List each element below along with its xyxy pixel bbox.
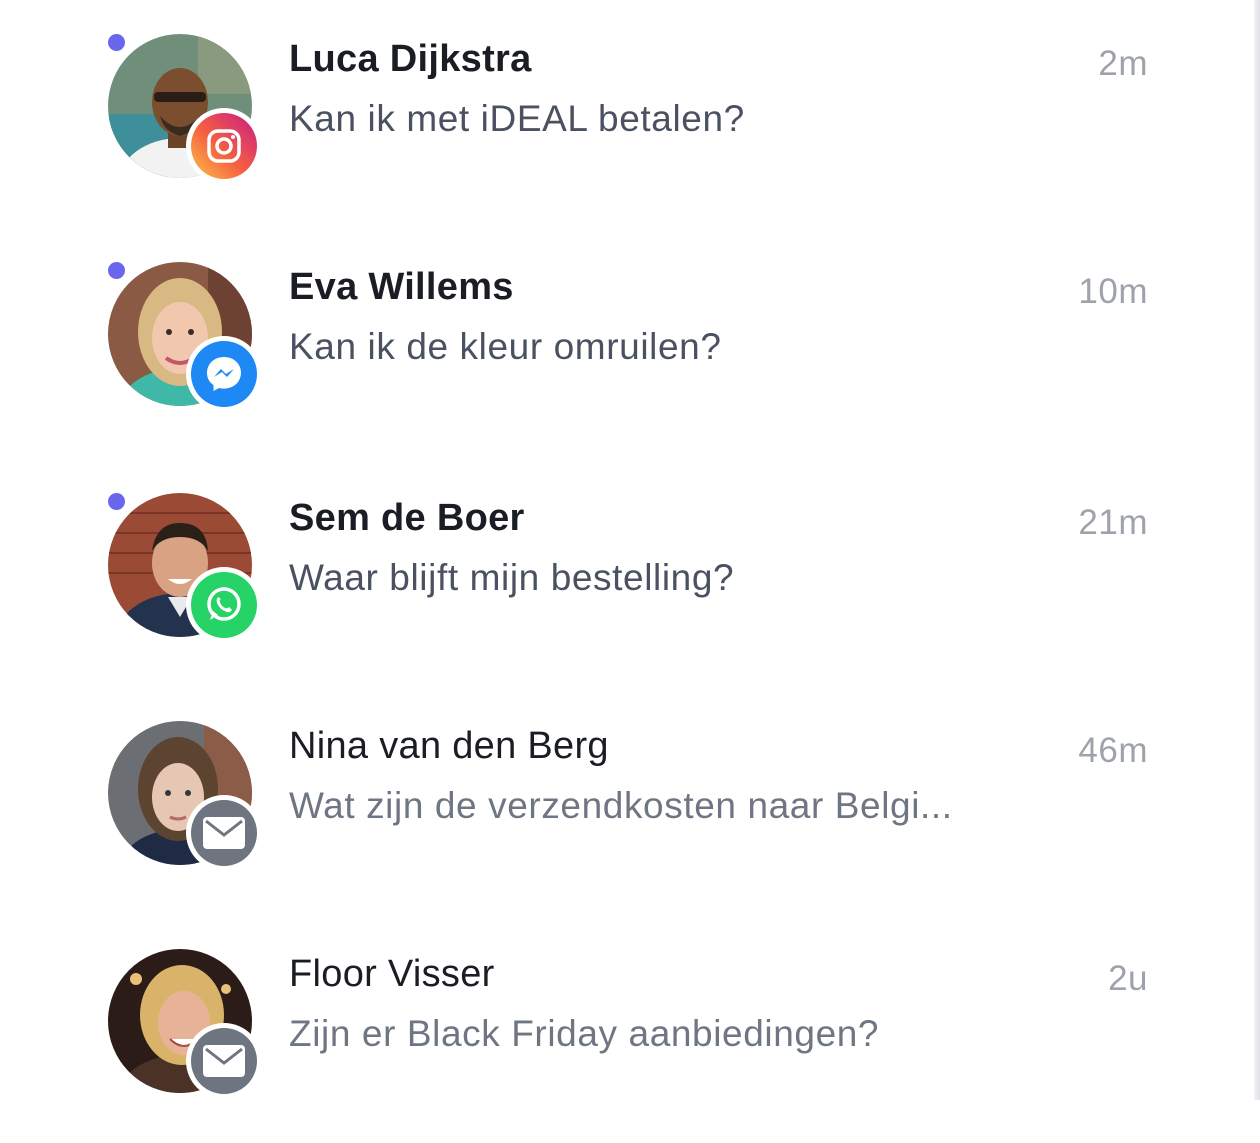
- contact-name: Eva Willems: [289, 266, 514, 308]
- contact-name: Floor Visser: [289, 953, 495, 995]
- timestamp: 10m: [1078, 272, 1148, 311]
- message-preview: Zijn er Black Friday aanbiedingen?: [289, 1013, 880, 1054]
- message-preview: Waar blijft mijn bestelling?: [289, 557, 735, 598]
- channel-badge: [186, 108, 262, 184]
- mail-icon: [191, 800, 257, 866]
- message-preview: Wat zijn de verzendkosten naar Belgi...: [289, 785, 953, 826]
- message-preview: Kan ik de kleur omruilen?: [289, 326, 722, 367]
- whatsapp-icon: [191, 572, 257, 638]
- conversation-row[interactable]: Sem de Boer Waar blijft mijn bestelling?…: [0, 459, 1254, 687]
- unread-indicator: [108, 34, 125, 51]
- channel-badge: [186, 1023, 262, 1099]
- message-preview: Kan ik met iDEAL betalen?: [289, 98, 745, 139]
- conversation-row[interactable]: Eva Willems Kan ik de kleur omruilen? 10…: [0, 228, 1254, 456]
- conversation-list: Luca Dijkstra Kan ik met iDEAL betalen? …: [0, 0, 1254, 1100]
- conversation-row[interactable]: Luca Dijkstra Kan ik met iDEAL betalen? …: [0, 0, 1254, 228]
- contact-name: Sem de Boer: [289, 497, 525, 539]
- messenger-icon: [191, 341, 257, 407]
- scrollbar-track[interactable]: [1254, 0, 1260, 1100]
- contact-name: Luca Dijkstra: [289, 38, 532, 80]
- channel-badge: [186, 567, 262, 643]
- mail-icon: [191, 1028, 257, 1094]
- timestamp: 2u: [1108, 959, 1148, 998]
- channel-badge: [186, 336, 262, 412]
- contact-name: Nina van den Berg: [289, 725, 609, 767]
- instagram-icon: [191, 113, 257, 179]
- channel-badge: [186, 795, 262, 871]
- conversation-row[interactable]: Floor Visser Zijn er Black Friday aanbie…: [0, 915, 1254, 1143]
- timestamp: 21m: [1078, 503, 1148, 542]
- conversation-row[interactable]: Nina van den Berg Wat zijn de verzendkos…: [0, 687, 1254, 915]
- timestamp: 2m: [1098, 44, 1148, 83]
- unread-indicator: [108, 262, 125, 279]
- unread-indicator: [108, 493, 125, 510]
- timestamp: 46m: [1078, 731, 1148, 770]
